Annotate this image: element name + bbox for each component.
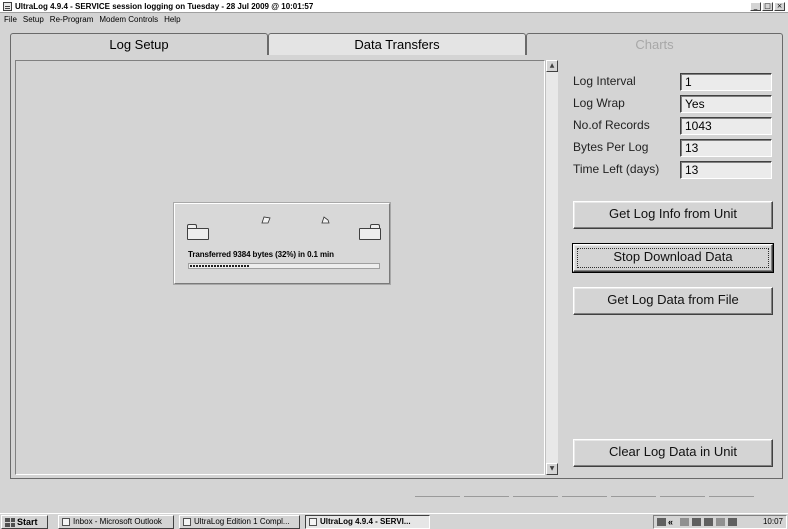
vertical-scrollbar[interactable]: ▲ ▼ [545,60,558,475]
taskbar-item-label: Inbox - Microsoft Outlook [73,517,162,526]
app-icon [3,2,12,11]
scroll-down-arrow-icon[interactable]: ▼ [546,463,558,475]
log-wrap-label: Log Wrap [573,96,625,110]
get-log-info-button[interactable]: Get Log Info from Unit [573,201,773,229]
flying-document-icon [261,216,271,224]
display-icon[interactable] [728,518,737,526]
menu-bar: File Setup Re-Program Modem Controls Hel… [0,14,788,26]
log-interval-value: 1 [680,73,772,91]
windows-logo-icon [5,518,15,527]
tab-charts[interactable]: Charts [526,33,783,55]
source-folder-icon [187,224,209,240]
status-segment [464,496,509,512]
transfer-status-text: Transferred 9384 bytes (32%) in 0.1 min [188,250,334,259]
stop-download-button[interactable]: Stop Download Data [572,243,774,273]
language-icon[interactable] [657,518,666,526]
maximize-button[interactable]: □ [762,2,773,11]
window-title: UltraLog 4.9.4 - SERVICE session logging… [15,2,314,11]
taskbar-item-ultralog-edition[interactable]: UltraLog Edition 1 Compl... [179,515,300,529]
taskbar-item-ultralog-active[interactable]: UltraLog 4.9.4 - SERVI... [305,515,430,529]
bytes-per-log-value: 13 [680,139,772,157]
menu-re-program[interactable]: Re-Program [50,14,94,26]
progress-fill [190,265,250,267]
taskbar-item-label: UltraLog 4.9.4 - SERVI... [320,517,411,526]
system-tray: « 10:07 [653,515,787,529]
document-icon [183,518,191,526]
no-of-records-value: 1043 [680,117,772,135]
tab-data-transfers[interactable]: Data Transfers [268,33,526,55]
start-button[interactable]: Start [1,515,48,529]
tab-strip: Log Setup Data Transfers Charts [10,33,783,55]
status-segment [513,496,558,512]
menu-modem-controls[interactable]: Modem Controls [99,14,158,26]
menu-help[interactable]: Help [164,14,180,26]
clock: 10:07 [762,517,783,526]
flying-document-icon [321,216,330,224]
destination-folder-icon [359,224,381,240]
security-icon[interactable] [716,518,725,526]
transfer-progress-bar [188,263,380,269]
outlook-icon [62,518,70,526]
status-segment [660,496,705,512]
taskbar-item-label: UltraLog Edition 1 Compl... [194,517,290,526]
scroll-up-arrow-icon[interactable]: ▲ [546,60,558,72]
network-icon[interactable] [680,518,689,526]
start-label: Start [17,517,38,527]
tray-expand-icon[interactable]: « [668,516,673,528]
phone-icon[interactable] [704,518,713,526]
window-controls: _ □ × [750,2,785,11]
time-left-value: 13 [680,161,772,179]
clear-log-data-button[interactable]: Clear Log Data in Unit [573,439,773,467]
status-segment [562,496,607,512]
get-log-data-from-file-button[interactable]: Get Log Data from File [573,287,773,315]
transfer-progress-dialog: Transferred 9384 bytes (32%) in 0.1 min [173,202,391,285]
status-bar [0,496,788,512]
status-segment [611,496,656,512]
log-wrap-value: Yes [680,95,772,113]
title-bar: UltraLog 4.9.4 - SERVICE session logging… [0,0,788,13]
no-of-records-label: No.of Records [573,118,650,132]
taskbar: Start Inbox - Microsoft Outlook UltraLog… [0,513,788,529]
time-left-label: Time Left (days) [573,162,660,176]
close-button[interactable]: × [774,2,785,11]
bytes-per-log-label: Bytes Per Log [573,140,649,154]
tab-log-setup[interactable]: Log Setup [10,33,268,55]
taskbar-item-outlook[interactable]: Inbox - Microsoft Outlook [58,515,174,529]
minimize-button[interactable]: _ [750,2,761,11]
log-interval-label: Log Interval [573,74,636,88]
status-segment [709,496,754,512]
ultralog-app-icon [309,518,317,526]
status-segment [415,496,460,512]
video-icon[interactable] [692,518,701,526]
menu-file[interactable]: File [4,14,17,26]
menu-setup[interactable]: Setup [23,14,44,26]
